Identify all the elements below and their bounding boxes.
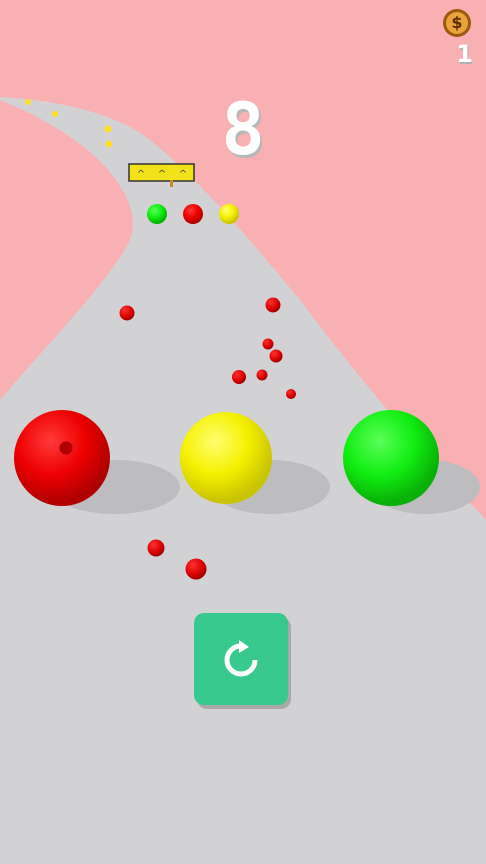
coin-symbol: $: [451, 13, 463, 32]
target-balls: [147, 204, 239, 224]
dollar-coin-icon: $: [443, 9, 471, 37]
target-ball-green: [147, 204, 167, 224]
red-dot: [286, 389, 296, 399]
red-dot: [262, 338, 274, 350]
red-dot: [232, 370, 246, 384]
red-dot: [256, 369, 268, 381]
player-balls: [14, 410, 439, 506]
red-dot: [265, 297, 281, 313]
player-ball-green: [343, 410, 439, 506]
red-dot: [119, 305, 135, 321]
player-ball-yellow: [180, 412, 272, 504]
red-dot: [147, 539, 165, 557]
red-dot: [59, 441, 73, 455]
restart-button[interactable]: [194, 613, 288, 705]
red-dot: [185, 558, 207, 580]
coin-count: 1: [456, 40, 473, 68]
restart-arrow-icon: [224, 640, 258, 677]
level-number: 8: [221, 87, 265, 171]
player-ball-red: [14, 410, 110, 506]
target-ball-yellow: [219, 204, 239, 224]
target-ball-red: [183, 204, 203, 224]
red-dot: [269, 349, 283, 363]
